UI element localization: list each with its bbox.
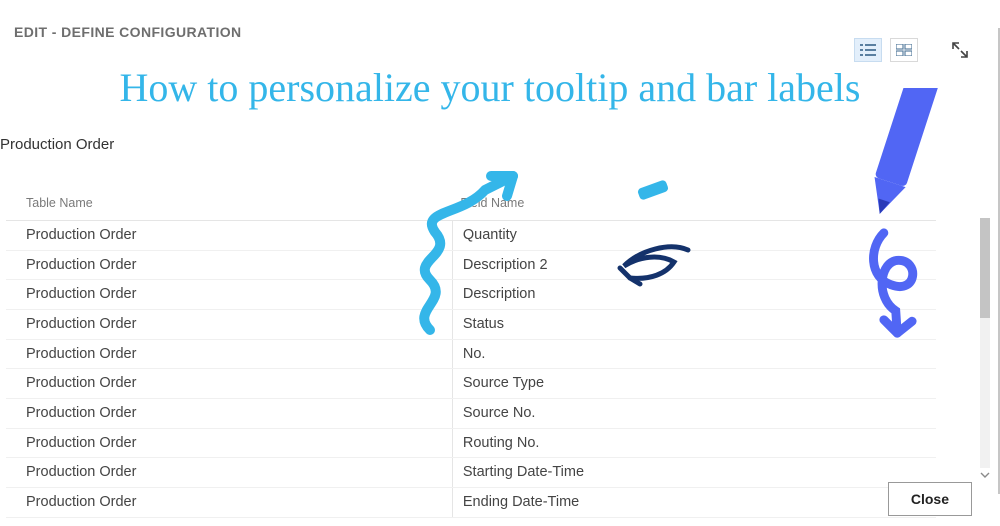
- cell-field-name[interactable]: Status: [452, 310, 936, 340]
- table-header-field-name[interactable]: Field Name: [452, 188, 936, 221]
- scrollbar-down-icon[interactable]: [980, 470, 990, 480]
- table-row[interactable]: Production OrderQuantity: [6, 221, 936, 251]
- cell-table-name[interactable]: Production Order: [6, 280, 452, 310]
- table-row[interactable]: Production OrderSource No.: [6, 399, 936, 429]
- view-toolbar: [854, 36, 974, 64]
- tiles-icon: [896, 44, 912, 56]
- cell-field-name[interactable]: Source Type: [452, 369, 936, 399]
- expand-button[interactable]: [946, 36, 974, 64]
- tiles-view-button[interactable]: [890, 38, 918, 62]
- cell-table-name[interactable]: Production Order: [6, 339, 452, 369]
- cell-table-name[interactable]: Production Order: [6, 428, 452, 458]
- cell-table-name[interactable]: Production Order: [6, 369, 452, 399]
- table-row[interactable]: Production OrderDescription 2: [6, 250, 936, 280]
- config-table: Table Name Field Name Production OrderQu…: [6, 188, 936, 518]
- cell-field-name[interactable]: Ending Date-Time: [452, 488, 936, 518]
- table-row[interactable]: Production OrderSource Type: [6, 369, 936, 399]
- table-row[interactable]: Production OrderEnding Date-Time: [6, 488, 936, 518]
- cell-field-name[interactable]: Source No.: [452, 399, 936, 429]
- subtitle: Production Order: [0, 136, 114, 153]
- list-icon: [860, 44, 876, 56]
- close-button[interactable]: Close: [888, 482, 972, 516]
- scrollbar[interactable]: [980, 218, 990, 468]
- scrollbar-thumb[interactable]: [980, 218, 990, 318]
- cell-table-name[interactable]: Production Order: [6, 250, 452, 280]
- annotation-text: How to personalize your tooltip and bar …: [110, 66, 870, 110]
- table-row[interactable]: Production OrderStatus: [6, 310, 936, 340]
- table-header-table-name[interactable]: Table Name: [6, 188, 452, 221]
- cell-field-name[interactable]: Routing No.: [452, 428, 936, 458]
- cell-field-name[interactable]: No.: [452, 339, 936, 369]
- list-view-button[interactable]: [854, 38, 882, 62]
- table-row[interactable]: Production OrderRouting No.: [6, 428, 936, 458]
- cell-field-name[interactable]: Description: [452, 280, 936, 310]
- table-header-row: Table Name Field Name: [6, 188, 936, 221]
- cell-field-name[interactable]: Starting Date-Time: [452, 458, 936, 488]
- cell-table-name[interactable]: Production Order: [6, 310, 452, 340]
- cell-table-name[interactable]: Production Order: [6, 458, 452, 488]
- page-title: EDIT - DEFINE CONFIGURATION: [14, 24, 980, 40]
- table-row[interactable]: Production OrderNo.: [6, 339, 936, 369]
- cell-table-name[interactable]: Production Order: [6, 399, 452, 429]
- expand-icon: [950, 40, 970, 60]
- cell-field-name[interactable]: Description 2: [452, 250, 936, 280]
- table-row[interactable]: Production OrderStarting Date-Time: [6, 458, 936, 488]
- cell-table-name[interactable]: Production Order: [6, 488, 452, 518]
- table-row[interactable]: Production OrderDescription: [6, 280, 936, 310]
- cell-field-name[interactable]: Quantity: [452, 221, 936, 251]
- cell-table-name[interactable]: Production Order: [6, 221, 452, 251]
